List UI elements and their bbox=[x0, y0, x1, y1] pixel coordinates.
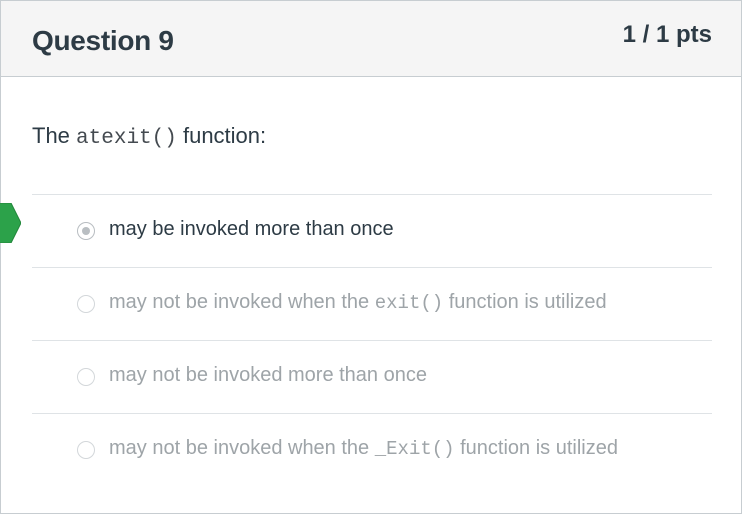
answer-option-2[interactable]: may not be invoked when the exit() funct… bbox=[32, 268, 712, 341]
question-text-code: atexit() bbox=[76, 127, 177, 150]
question-text: The atexit() function: bbox=[32, 123, 266, 150]
question-title: Question 9 bbox=[32, 25, 174, 56]
quiz-question-card: Question 9 1 / 1 pts The atexit() functi… bbox=[0, 0, 742, 514]
question-text-before: The bbox=[32, 123, 77, 148]
question-text-after: function: bbox=[176, 123, 267, 148]
answer-option-1[interactable]: may be invoked more than once bbox=[0, 195, 712, 268]
answer-label-3-text: may not be invoked more than once bbox=[109, 364, 427, 386]
answer-option-3[interactable]: may not be invoked more than once bbox=[32, 341, 712, 414]
answer-label-4-code: _Exit() bbox=[374, 438, 455, 460]
answer-label-2-text-after: function is utilized bbox=[443, 291, 607, 313]
answer-radio-1[interactable] bbox=[77, 222, 95, 240]
answer-label-1-text: may be invoked more than once bbox=[109, 218, 394, 240]
answer-option-4[interactable]: may not be invoked when the _Exit() func… bbox=[32, 414, 712, 486]
answer-label-4: may not be invoked when the _Exit() func… bbox=[109, 437, 618, 460]
answer-label-2: may not be invoked when the exit() funct… bbox=[109, 291, 607, 314]
answer-label-4-text-after: function is utilized bbox=[454, 437, 618, 459]
question-points: 1 / 1 pts bbox=[622, 21, 712, 48]
answer-radio-3[interactable] bbox=[77, 368, 95, 386]
answer-label-2-text-before: may not be invoked when the bbox=[109, 291, 375, 313]
answer-radio-2[interactable] bbox=[77, 295, 95, 313]
answer-label-3: may not be invoked more than once bbox=[109, 364, 427, 387]
correct-answer-arrow-icon bbox=[0, 203, 21, 243]
answer-label-1: may be invoked more than once bbox=[109, 218, 394, 241]
answer-radio-4[interactable] bbox=[77, 441, 95, 459]
question-header: Question 9 1 / 1 pts bbox=[1, 1, 741, 77]
answer-label-4-text-before: may not be invoked when the bbox=[109, 437, 375, 459]
answer-label-2-code: exit() bbox=[374, 292, 444, 314]
answer-list: may be invoked more than once may not be… bbox=[0, 194, 712, 486]
